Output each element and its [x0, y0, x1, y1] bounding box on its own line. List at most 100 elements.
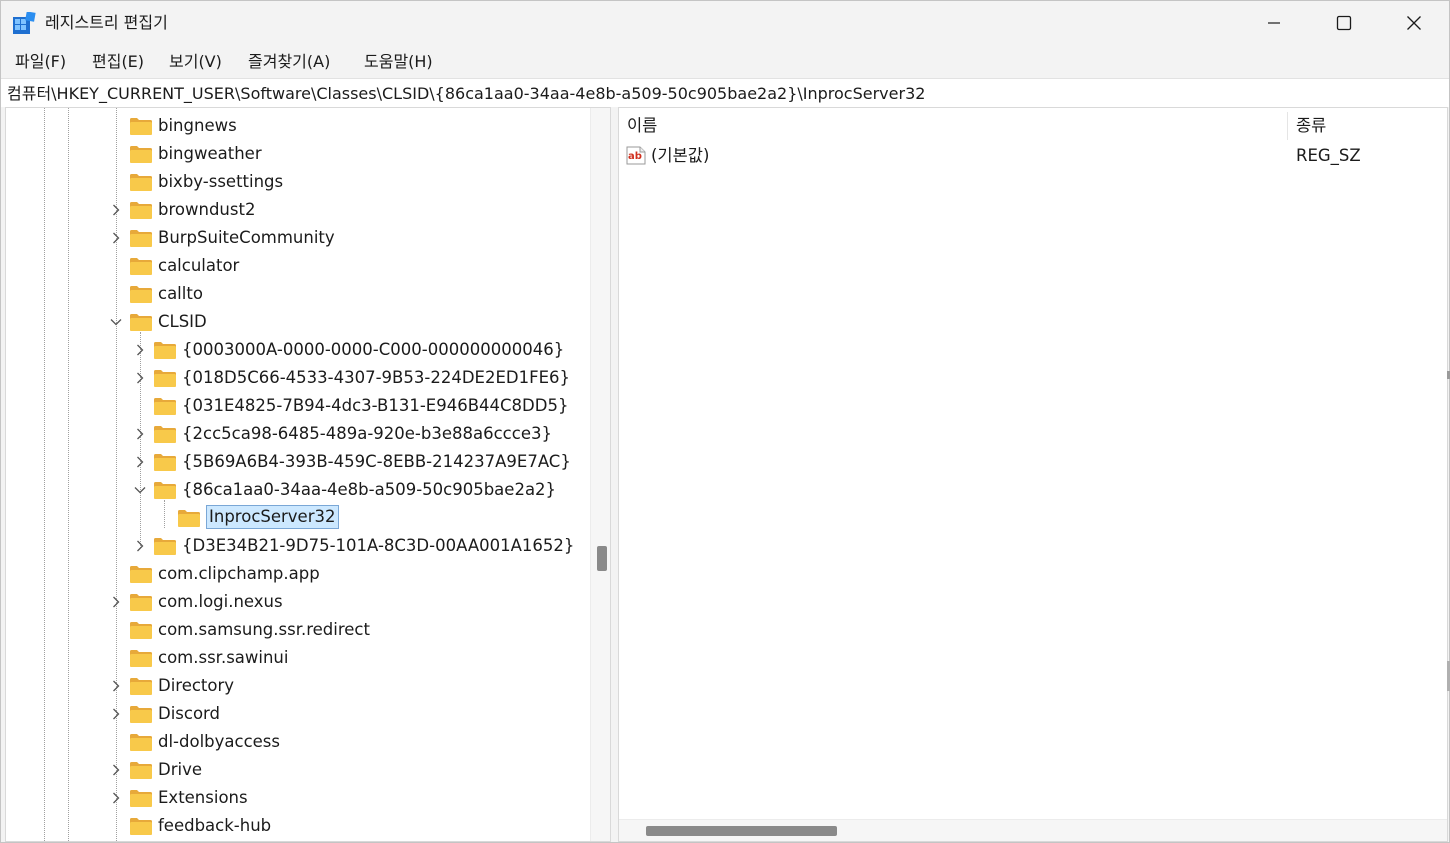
key-tree-pane[interactable]: bingnews bingweather bixby-ssettings brownd…: [5, 107, 611, 842]
tree-item[interactable]: bingweather: [6, 140, 586, 168]
tree-item[interactable]: com.logi.nexus: [6, 588, 586, 616]
value-name: (기본값): [651, 146, 710, 165]
folder-icon: [130, 566, 152, 583]
chevron-down-icon[interactable]: [133, 483, 147, 497]
folder-icon: [130, 174, 152, 191]
value-scroll-thumb[interactable]: [646, 826, 837, 836]
menu-view[interactable]: 보기(V): [167, 49, 224, 75]
pane-splitter[interactable]: [611, 107, 618, 842]
maximize-button[interactable]: [1309, 1, 1379, 45]
title-bar[interactable]: 레지스트리 편집기: [1, 1, 1449, 45]
menu-help[interactable]: 도움말(H): [362, 49, 435, 75]
menu-favorites[interactable]: 즐겨찾기(A): [246, 49, 332, 75]
tree-item[interactable]: browndust2: [6, 196, 586, 224]
column-separator[interactable]: [1287, 112, 1288, 140]
chevron-right-icon[interactable]: [109, 231, 123, 245]
tree-item-label: {D3E34B21-9D75-101A-8C3D-00AA001A1652}: [182, 536, 575, 555]
folder-icon: [130, 790, 152, 807]
minimize-icon: [1268, 22, 1280, 24]
tree-item[interactable]: {5B69A6B4-393B-459C-8EBB-214237A9E7AC}: [6, 448, 586, 476]
tree-item-label: browndust2: [158, 200, 256, 219]
folder-icon: [130, 734, 152, 751]
folder-icon: [154, 454, 176, 471]
tree-item[interactable]: Extensions: [6, 784, 586, 812]
chevron-right-icon[interactable]: [109, 679, 123, 693]
tree-item[interactable]: Discord: [6, 700, 586, 728]
tree-item[interactable]: com.clipchamp.app: [6, 560, 586, 588]
tree-item-label: {0003000A-0000-0000-C000-000000000046}: [182, 340, 565, 359]
chevron-right-icon[interactable]: [109, 595, 123, 609]
maximize-icon: [1336, 15, 1352, 31]
tree-item[interactable]: {86ca1aa0-34aa-4e8b-a509-50c905bae2a2}: [6, 476, 586, 504]
tree-item-label: com.samsung.ssr.redirect: [158, 620, 370, 639]
chevron-right-icon[interactable]: [109, 203, 123, 217]
chevron-right-icon[interactable]: [133, 371, 147, 385]
tree-vertical-scrollbar[interactable]: [590, 108, 610, 841]
tree-item[interactable]: BurpSuiteCommunity: [6, 224, 586, 252]
chevron-right-icon[interactable]: [133, 455, 147, 469]
minimize-button[interactable]: [1239, 1, 1309, 45]
registry-editor-window: 레지스트리 편집기 파일(F) 편집(E) 보기(V) 즐겨찾기(A) 도움말(…: [0, 0, 1450, 843]
tree-item[interactable]: callto: [6, 280, 586, 308]
menu-edit[interactable]: 편집(E): [90, 49, 146, 75]
folder-icon: [130, 762, 152, 779]
menu-bar: 파일(F) 편집(E) 보기(V) 즐겨찾기(A) 도움말(H): [1, 45, 1449, 77]
tree-item[interactable]: {018D5C66-4533-4307-9B53-224DE2ED1FE6}: [6, 364, 586, 392]
tree-item-label: Extensions: [158, 788, 248, 807]
tree-item-label: callto: [158, 284, 203, 303]
value-type: REG_SZ: [1296, 146, 1361, 165]
tree-item-label: {86ca1aa0-34aa-4e8b-a509-50c905bae2a2}: [182, 480, 557, 499]
folder-icon: [130, 706, 152, 723]
tree-item-label: {2cc5ca98-6485-489a-920e-b3e88a6ccce3}: [182, 424, 552, 443]
tree-item[interactable]: dl-dolbyaccess: [6, 728, 586, 756]
folder-icon: [154, 398, 176, 415]
tree-item[interactable]: feedback-hub: [6, 812, 586, 840]
chevron-right-icon[interactable]: [109, 763, 123, 777]
tree-item[interactable]: Drive: [6, 756, 586, 784]
tree-item[interactable]: calculator: [6, 252, 586, 280]
folder-icon: [154, 342, 176, 359]
tree-item[interactable]: Directory: [6, 672, 586, 700]
string-value-icon: ab: [626, 146, 646, 165]
value-horizontal-scrollbar[interactable]: [619, 819, 1447, 841]
tree-item[interactable]: com.ssr.sawinui: [6, 644, 586, 672]
tree-item[interactable]: bingnews: [6, 112, 586, 140]
tree-item[interactable]: {0003000A-0000-0000-C000-000000000046}: [6, 336, 586, 364]
address-path[interactable]: 컴퓨터\HKEY_CURRENT_USER\Software\Classes\C…: [7, 83, 925, 105]
folder-icon: [178, 510, 200, 527]
chevron-right-icon[interactable]: [109, 791, 123, 805]
tree-item[interactable]: bixby-ssettings: [6, 168, 586, 196]
column-header-type[interactable]: 종류: [1296, 113, 1326, 139]
chevron-right-icon[interactable]: [133, 343, 147, 357]
value-list-pane[interactable]: 이름 종류 ab (기본값) REG_SZ: [618, 107, 1448, 842]
tree-item-label: Directory: [158, 676, 235, 695]
tree-item-label: {5B69A6B4-393B-459C-8EBB-214237A9E7AC}: [182, 452, 571, 471]
folder-icon: [130, 202, 152, 219]
column-header-name[interactable]: 이름: [627, 113, 657, 139]
tree-item-selected[interactable]: InprocServer32: [6, 504, 586, 532]
folder-icon: [130, 622, 152, 639]
tree-item[interactable]: {D3E34B21-9D75-101A-8C3D-00AA001A1652}: [6, 532, 586, 560]
folder-icon: [130, 678, 152, 695]
tree-item[interactable]: CLSID: [6, 308, 586, 336]
chevron-right-icon[interactable]: [133, 539, 147, 553]
tree-item-label: BurpSuiteCommunity: [158, 228, 335, 247]
value-row[interactable]: ab (기본값) REG_SZ: [619, 142, 1447, 170]
tree-item[interactable]: {2cc5ca98-6485-489a-920e-b3e88a6ccce3}: [6, 420, 586, 448]
tree-item-label: InprocServer32: [206, 505, 339, 529]
tree-item[interactable]: com.samsung.ssr.redirect: [6, 616, 586, 644]
close-button[interactable]: [1379, 1, 1449, 45]
chevron-right-icon[interactable]: [133, 427, 147, 441]
tree-scroll-thumb[interactable]: [597, 546, 607, 571]
chevron-right-icon[interactable]: [109, 707, 123, 721]
tree-item-label: calculator: [158, 256, 240, 275]
tree-item-label: {031E4825-7B94-4dc3-B131-E946B44C8DD5}: [182, 396, 569, 415]
chevron-down-icon[interactable]: [109, 315, 123, 329]
folder-icon: [130, 118, 152, 135]
tree-item[interactable]: {031E4825-7B94-4dc3-B131-E946B44C8DD5}: [6, 392, 586, 420]
menu-file[interactable]: 파일(F): [13, 49, 68, 75]
tree-item-label: dl-dolbyaccess: [158, 732, 281, 751]
address-bar[interactable]: 컴퓨터\HKEY_CURRENT_USER\Software\Classes\C…: [1, 78, 1449, 107]
folder-icon: [130, 818, 152, 835]
folder-icon: [130, 650, 152, 667]
